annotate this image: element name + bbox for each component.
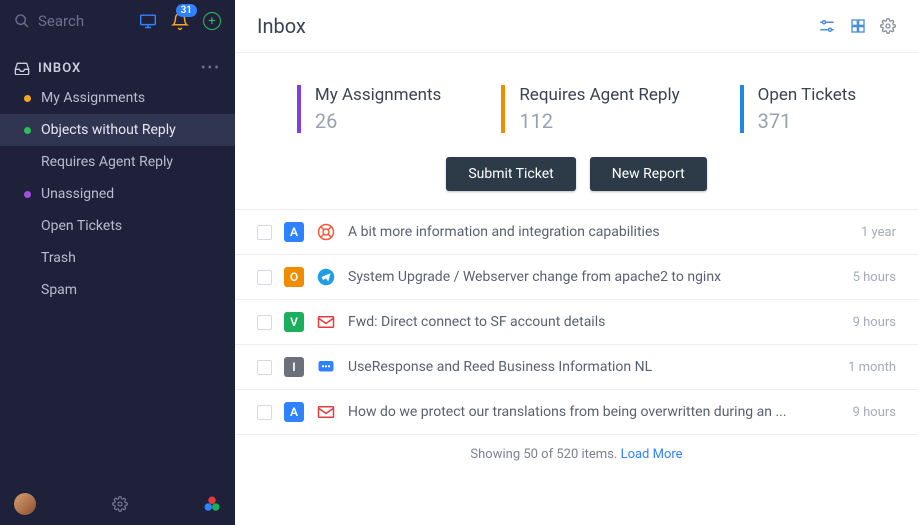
- sidebar-item-label: Open Tickets: [41, 218, 122, 234]
- nav-list: My Assignments Objects without Reply Requi…: [0, 82, 235, 306]
- ticket-row[interactable]: A A bit more information and integration…: [235, 210, 918, 255]
- inbox-icon: [14, 61, 30, 75]
- ticket-time: 9 hours: [853, 315, 896, 330]
- header-icons: [818, 18, 896, 34]
- sidebar-item-label: Requires Agent Reply: [41, 154, 173, 170]
- checkbox[interactable]: [257, 360, 272, 375]
- sidebar-item[interactable]: Objects without Reply: [0, 114, 235, 146]
- search-wrap[interactable]: [14, 12, 131, 30]
- grid-icon[interactable]: [850, 18, 866, 34]
- stat-card[interactable]: Requires Agent Reply 112: [501, 85, 679, 133]
- ticket-time: 5 hours: [853, 270, 896, 285]
- ticket-subject: How do we protect our translations from …: [348, 404, 841, 420]
- monitor-icon[interactable]: [139, 13, 157, 29]
- section-title: INBOX: [38, 61, 81, 76]
- sidebar-top: 31 +: [0, 0, 235, 42]
- sidebar-item[interactable]: Spam: [0, 274, 235, 306]
- sidebar-item-label: Spam: [41, 282, 77, 298]
- ticket-time: 1 month: [848, 360, 896, 375]
- telegram-icon: [316, 267, 336, 287]
- main-panel: Inbox My Assignments 26 Requires Agent Rep…: [235, 0, 918, 525]
- ticket-subject: Fwd: Direct connect to SF account detail…: [348, 314, 841, 330]
- section-menu-icon[interactable]: •••: [201, 60, 221, 76]
- stat-value: 112: [519, 109, 679, 133]
- avatar[interactable]: [14, 493, 36, 515]
- checkbox[interactable]: [257, 225, 272, 240]
- ticket-tag: A: [284, 402, 304, 422]
- ticket-subject: A bit more information and integration c…: [348, 224, 849, 240]
- bullet-icon: [24, 287, 31, 294]
- stat-value: 371: [758, 109, 857, 133]
- stat-label: Open Tickets: [758, 85, 857, 105]
- ticket-row[interactable]: A How do we protect our translations fro…: [235, 390, 918, 435]
- page-title: Inbox: [257, 14, 306, 38]
- sidebar-item-label: Unassigned: [41, 186, 114, 202]
- stat-value: 26: [315, 109, 441, 133]
- sidebar-bottom: [0, 483, 235, 525]
- ticket-subject: UseResponse and Reed Business Informatio…: [348, 359, 836, 375]
- sidebar-item[interactable]: Trash: [0, 242, 235, 274]
- ticket-subject: System Upgrade / Webserver change from a…: [348, 269, 841, 285]
- sliders-icon[interactable]: [818, 18, 836, 34]
- new-report-button[interactable]: New Report: [590, 157, 707, 191]
- load-more-link[interactable]: Load More: [621, 447, 683, 462]
- checkbox[interactable]: [257, 270, 272, 285]
- stat-card[interactable]: My Assignments 26: [297, 85, 441, 133]
- mail-icon: [316, 402, 336, 422]
- sidebar-item-label: Objects without Reply: [41, 122, 176, 138]
- ticket-tag: A: [284, 222, 304, 242]
- checkbox[interactable]: [257, 405, 272, 420]
- gear-icon[interactable]: [112, 496, 128, 512]
- notification-bell[interactable]: 31: [171, 12, 189, 30]
- ticket-row[interactable]: V Fwd: Direct connect to SF account deta…: [235, 300, 918, 345]
- sidebar-item[interactable]: My Assignments: [0, 82, 235, 114]
- chat-icon: [316, 357, 336, 377]
- ticket-tag: V: [284, 312, 304, 332]
- sidebar-item-label: Trash: [41, 250, 76, 266]
- ticket-row[interactable]: O System Upgrade / Webserver change from…: [235, 255, 918, 300]
- ticket-tag: O: [284, 267, 304, 287]
- bullet-icon: [24, 191, 31, 198]
- ticket-time: 1 year: [861, 225, 896, 240]
- ticket-time: 9 hours: [853, 405, 896, 420]
- bullet-icon: [24, 223, 31, 230]
- ticket-list: A A bit more information and integration…: [235, 209, 918, 435]
- sidebar-section-header: INBOX •••: [0, 42, 235, 82]
- bullet-icon: [24, 255, 31, 262]
- footer: Showing 50 of 520 items. Load More: [235, 435, 918, 474]
- bullet-icon: [24, 159, 31, 166]
- footer-text: Showing 50 of 520 items.: [470, 447, 620, 462]
- top-icons: 31 +: [139, 12, 221, 30]
- bullet-icon: [24, 95, 31, 102]
- ticket-tag: I: [284, 357, 304, 377]
- sidebar-item[interactable]: Requires Agent Reply: [0, 146, 235, 178]
- main-header: Inbox: [235, 0, 918, 53]
- action-buttons: Submit Ticket New Report: [235, 151, 918, 209]
- stat-label: My Assignments: [315, 85, 441, 105]
- checkbox[interactable]: [257, 315, 272, 330]
- sidebar-item-label: My Assignments: [41, 90, 145, 106]
- search-icon: [14, 13, 30, 29]
- lifebuoy-icon: [316, 222, 336, 242]
- stats-row: My Assignments 26 Requires Agent Reply 112 O…: [235, 53, 918, 151]
- logo-icon: [203, 495, 221, 513]
- submit-ticket-button[interactable]: Submit Ticket: [446, 157, 575, 191]
- stat-label: Requires Agent Reply: [519, 85, 679, 105]
- notification-badge: 31: [176, 4, 197, 17]
- ticket-row[interactable]: I UseResponse and Reed Business Informat…: [235, 345, 918, 390]
- bullet-icon: [24, 127, 31, 134]
- sidebar-item[interactable]: Open Tickets: [0, 210, 235, 242]
- sidebar: 31 + INBOX ••• My Assignments Objects wit…: [0, 0, 235, 525]
- sidebar-item[interactable]: Unassigned: [0, 178, 235, 210]
- stat-card[interactable]: Open Tickets 371: [740, 85, 857, 133]
- mail-icon: [316, 312, 336, 332]
- add-button[interactable]: +: [203, 12, 221, 30]
- search-input[interactable]: [38, 12, 128, 30]
- gear-icon[interactable]: [880, 18, 896, 34]
